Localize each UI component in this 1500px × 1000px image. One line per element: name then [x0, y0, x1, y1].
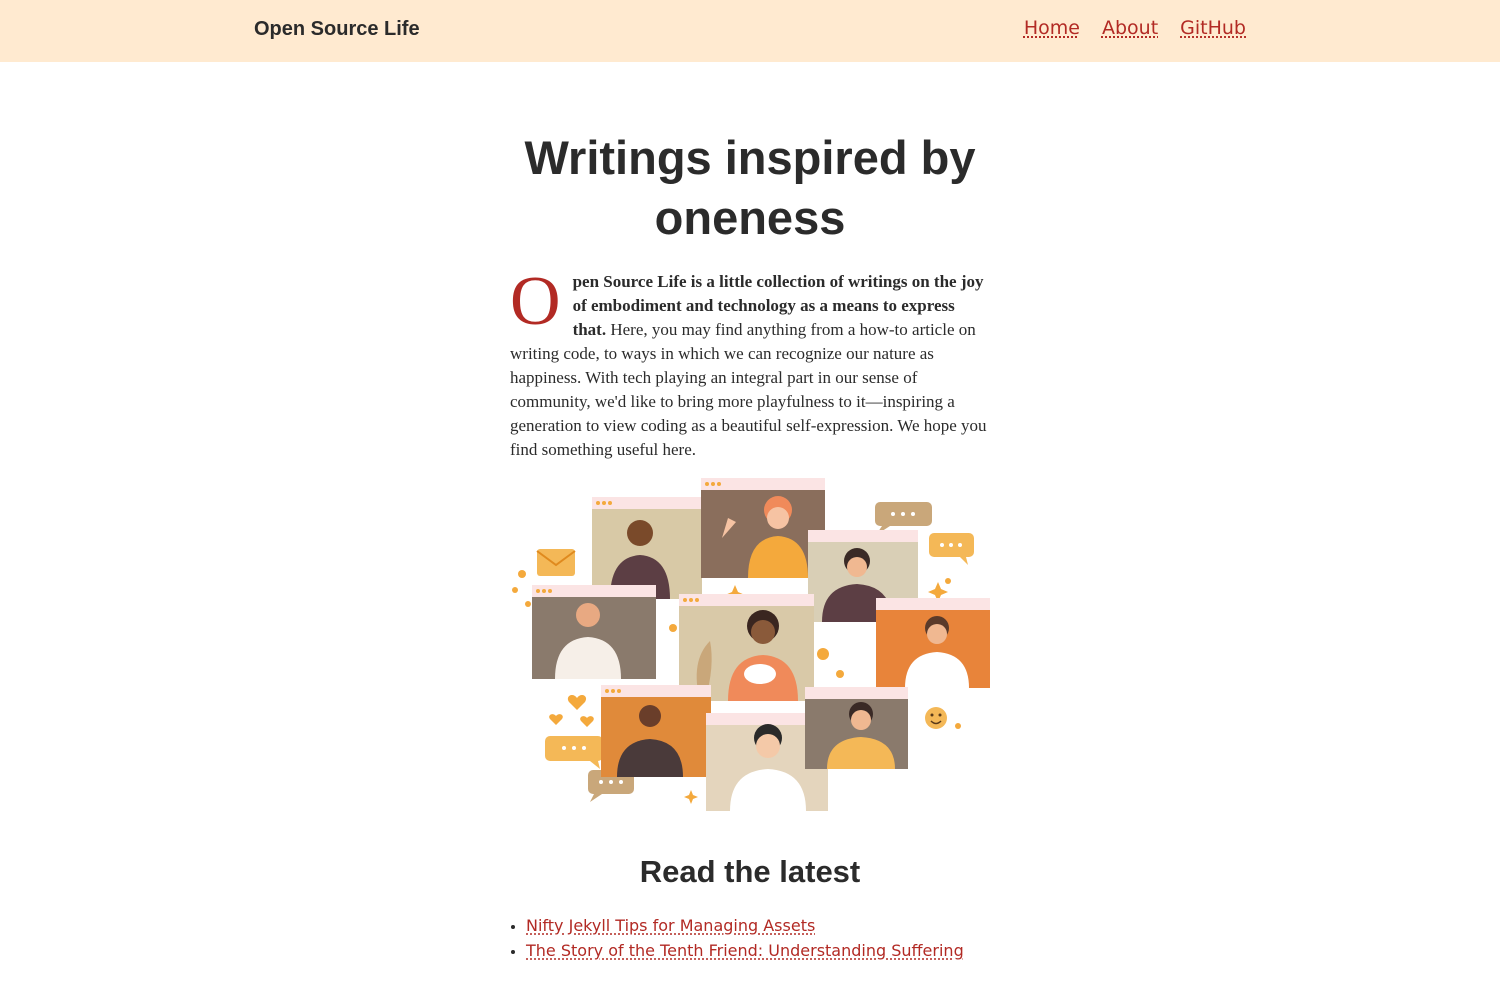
- chat-bubble-icon: [929, 533, 974, 565]
- latest-posts-list: Nifty Jekyll Tips for Managing Assets Th…: [510, 914, 990, 964]
- main-nav: Home About GitHub: [1024, 17, 1246, 39]
- smiley-icon: [925, 707, 947, 729]
- envelope-icon: [536, 549, 576, 576]
- nav-home-link[interactable]: Home: [1024, 17, 1080, 39]
- site-title-link[interactable]: Open Source Life: [254, 18, 420, 41]
- page-title: Writings inspired by oneness: [524, 131, 976, 244]
- drop-cap: O: [510, 263, 561, 340]
- main-content: Writings inspired by oneness Open Source…: [510, 62, 990, 964]
- latest-posts-heading: Read the latest: [639, 854, 861, 889]
- intro-paragraph: Open Source Life is a little collection …: [510, 263, 990, 462]
- list-item: The Story of the Tenth Friend: Understan…: [526, 939, 990, 964]
- site-header: Open Source Life Home About GitHub: [0, 0, 1500, 62]
- post-link[interactable]: Nifty Jekyll Tips for Managing Assets: [526, 916, 815, 935]
- chat-bubble-icon: [545, 736, 603, 769]
- nav-github-link[interactable]: GitHub: [1180, 17, 1246, 39]
- video-call-community-illustration: [512, 478, 990, 811]
- nav-about-link[interactable]: About: [1102, 17, 1158, 39]
- list-item: Nifty Jekyll Tips for Managing Assets: [526, 914, 990, 939]
- post-link[interactable]: The Story of the Tenth Friend: Understan…: [526, 941, 964, 960]
- intro-body-text: Here, you may find anything from a how-t…: [510, 320, 987, 459]
- heart-icon: [549, 695, 594, 727]
